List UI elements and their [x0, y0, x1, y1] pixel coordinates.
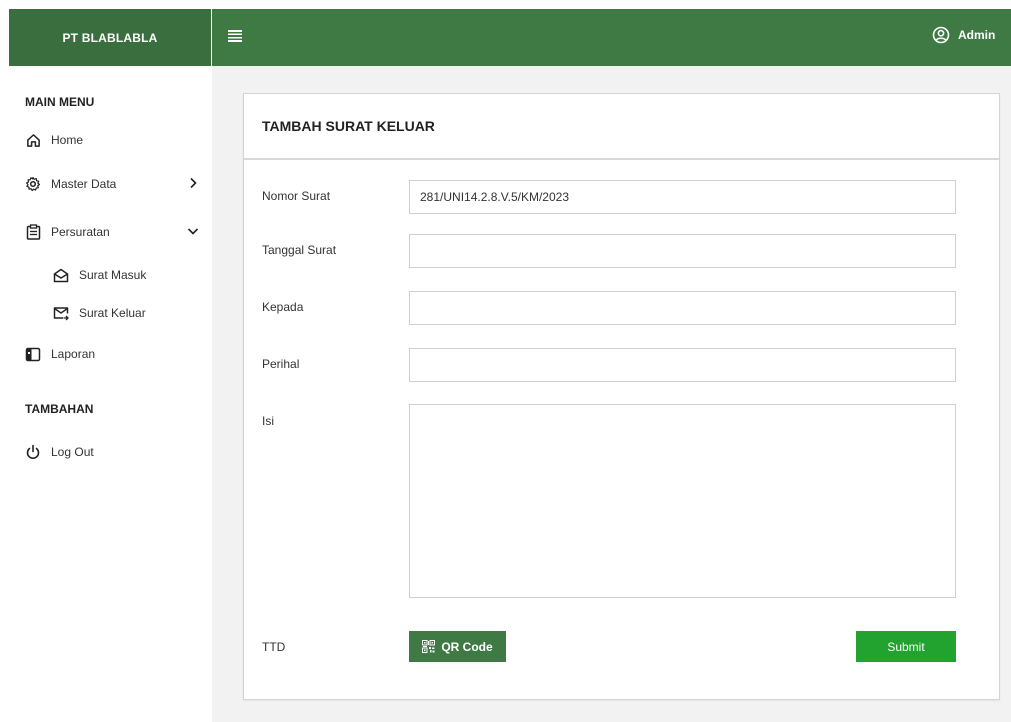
sidebar-subitem-label: Surat Keluar: [79, 306, 146, 320]
kepada-input[interactable]: [409, 291, 956, 325]
sidebar-item-label: Laporan: [51, 347, 96, 361]
sidebar-subitem-label: Surat Masuk: [79, 268, 147, 282]
sidebar-item-home[interactable]: Home: [25, 129, 83, 151]
perihal-label: Perihal: [262, 357, 300, 371]
sidebar: MAIN MENU Home Master Data Persuratan Su…: [9, 66, 212, 722]
brand-logo: PT BLABLABLA: [9, 9, 211, 66]
sidebar-item-laporan[interactable]: Laporan: [25, 343, 95, 365]
sidebar-item-master-data[interactable]: Master Data: [25, 173, 205, 195]
isi-label: Isi: [262, 414, 274, 428]
perihal-input[interactable]: [409, 348, 956, 382]
qr-code-button[interactable]: QR Code: [409, 631, 506, 662]
gear-icon: [25, 176, 41, 192]
home-icon: [25, 132, 41, 148]
power-icon: [25, 444, 41, 460]
form-title: TAMBAH SURAT KELUAR: [244, 94, 999, 160]
form-card: TAMBAH SURAT KELUAR Nomor Surat Tanggal …: [243, 93, 1000, 700]
sidebar-item-logout[interactable]: Log Out: [25, 441, 94, 463]
user-menu[interactable]: Admin: [932, 26, 995, 44]
envelope-send-icon: [53, 305, 69, 321]
sidebar-item-label: Master Data: [51, 177, 117, 191]
sidebar-item-label: Home: [51, 133, 84, 147]
sidebar-item-label: Persuratan: [51, 225, 110, 239]
tanggal-surat-input[interactable]: [409, 234, 956, 268]
sidebar-subitem-surat-masuk[interactable]: Surat Masuk: [53, 264, 146, 286]
top-navbar: Admin: [212, 9, 1011, 66]
chevron-right-icon: [187, 177, 199, 189]
sidebar-item-persuratan[interactable]: Persuratan: [25, 221, 205, 243]
report-icon: [25, 346, 41, 362]
tambahan-heading: TAMBAHAN: [25, 402, 94, 416]
nomor-surat-input[interactable]: [409, 180, 956, 214]
kepada-label: Kepada: [262, 300, 304, 314]
user-name: Admin: [958, 28, 996, 42]
qr-code-button-label: QR Code: [441, 639, 493, 654]
qr-code-icon: [422, 640, 436, 653]
user-avatar-icon: [932, 26, 950, 44]
sidebar-item-label: Log Out: [51, 445, 94, 459]
envelope-open-icon: [53, 267, 69, 283]
form-title-text: TAMBAH SURAT KELUAR: [262, 118, 435, 134]
ttd-label: TTD: [262, 640, 286, 654]
nomor-surat-label: Nomor Surat: [262, 189, 331, 203]
hamburger-menu-icon[interactable]: [228, 29, 242, 43]
clipboard-icon: [25, 224, 41, 240]
sidebar-subitem-surat-keluar[interactable]: Surat Keluar: [53, 302, 146, 324]
main-menu-heading: MAIN MENU: [25, 95, 95, 109]
tanggal-surat-label: Tanggal Surat: [262, 243, 337, 257]
submit-button[interactable]: Submit: [856, 631, 956, 662]
isi-textarea[interactable]: [409, 404, 956, 598]
brand-name: PT BLABLABLA: [62, 30, 158, 45]
chevron-down-icon: [187, 225, 199, 237]
main-content: TAMBAH SURAT KELUAR Nomor Surat Tanggal …: [212, 66, 1011, 722]
